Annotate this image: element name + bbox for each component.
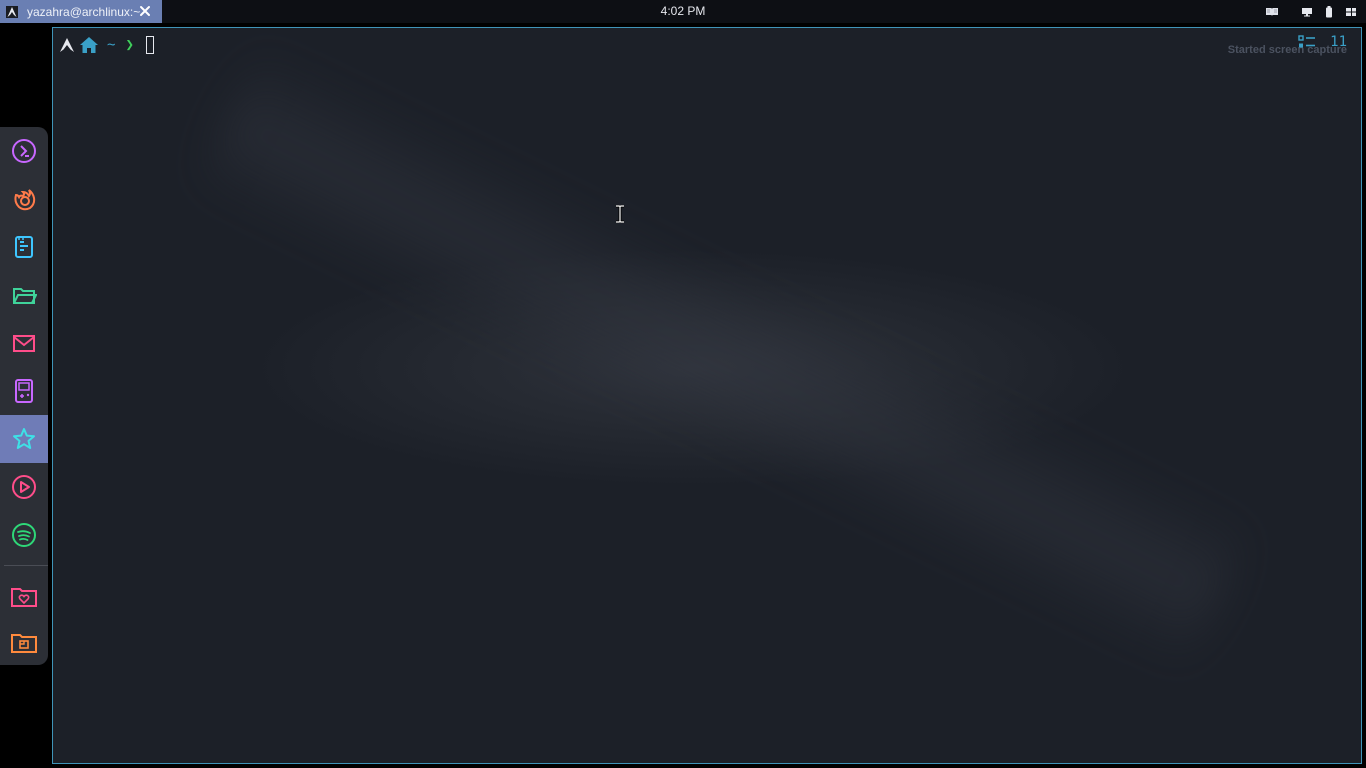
folder-heart-icon [11, 588, 37, 607]
right-prompt-status: 11 [1298, 34, 1347, 50]
dock-item-firefox[interactable] [0, 175, 48, 223]
dock-item-text-editor[interactable] [0, 223, 48, 271]
text-cursor[interactable] [145, 36, 154, 54]
text-editor-icon [15, 236, 33, 258]
dock [0, 127, 48, 665]
close-icon[interactable] [137, 3, 153, 19]
status-number: 11 [1330, 34, 1347, 50]
dock-item-spotify[interactable] [0, 511, 48, 559]
prompt-path: ~ [107, 37, 116, 53]
top-panel: yazahra@archlinux:~ 4:02 PM [0, 0, 1366, 23]
system-tray [1260, 0, 1362, 23]
ibeam-cursor-icon [615, 204, 625, 224]
background-glow [193, 44, 1253, 672]
dock-item-terminal[interactable] [0, 127, 48, 175]
star-icon [13, 428, 35, 449]
gameboy-icon [15, 379, 33, 403]
dock-item-media-player[interactable] [0, 463, 48, 511]
home-icon [79, 36, 99, 54]
mail-icon [13, 335, 35, 352]
dock-item-mail[interactable] [0, 319, 48, 367]
list-icon [1298, 35, 1316, 49]
firefox-icon [14, 189, 36, 211]
dock-item-favorite-folder[interactable] [0, 573, 48, 621]
taskbar-item-terminal[interactable]: yazahra@archlinux:~ [0, 0, 162, 23]
arch-icon [6, 5, 18, 18]
grid-icon[interactable] [1340, 0, 1362, 23]
clock: 4:02 PM [660, 4, 706, 18]
terminal-icon [12, 139, 36, 163]
spotify-icon [12, 523, 36, 547]
dock-item-image-folder[interactable] [0, 619, 48, 667]
terminal-window[interactable]: ~ ❯ Started screen capture 11 [52, 27, 1362, 764]
prompt-symbol: ❯ [125, 37, 134, 53]
dock-separator [4, 565, 48, 566]
monitor-icon[interactable] [1296, 0, 1318, 23]
dock-item-games[interactable] [0, 367, 48, 415]
dock-item-files[interactable] [0, 271, 48, 319]
folder-open-icon [13, 288, 37, 304]
battery-icon[interactable] [1318, 0, 1340, 23]
shell-prompt: ~ ❯ [59, 34, 154, 56]
dock-item-favorites[interactable] [0, 415, 48, 463]
folder-image-icon [11, 634, 37, 653]
arch-icon [59, 37, 75, 53]
play-icon [12, 475, 36, 499]
window-title: yazahra@archlinux:~ [27, 4, 141, 19]
book-icon[interactable] [1260, 0, 1284, 23]
